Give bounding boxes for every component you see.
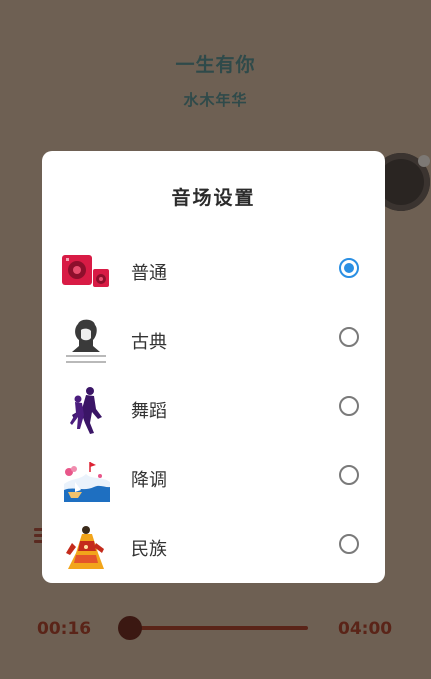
dancers-icon xyxy=(60,385,112,437)
paper-boat-icon xyxy=(60,454,112,506)
radio-unselected[interactable] xyxy=(339,465,359,485)
seek-thumb[interactable] xyxy=(118,616,142,640)
option-label: 普通 xyxy=(131,263,167,284)
radio-selected[interactable] xyxy=(339,258,359,278)
speaker-icon xyxy=(60,247,112,299)
beethoven-icon xyxy=(60,316,112,368)
option-label: 舞蹈 xyxy=(131,401,167,422)
option-label: 民族 xyxy=(131,539,167,560)
sound-field-dialog: 音场设置 普通 古典 舞蹈 降调 民族 xyxy=(42,151,385,583)
song-title: 一生有你 xyxy=(175,54,256,76)
disc-knob xyxy=(418,155,430,167)
option-folk[interactable]: 民族 xyxy=(42,515,385,581)
option-normal[interactable]: 普通 xyxy=(42,239,385,305)
option-lower-key[interactable]: 降调 xyxy=(42,446,385,512)
radio-unselected[interactable] xyxy=(339,534,359,554)
song-artist: 水木年华 xyxy=(183,91,248,109)
current-time: 00:16 xyxy=(37,619,92,639)
option-classical[interactable]: 古典 xyxy=(42,308,385,374)
seek-track[interactable] xyxy=(130,626,308,630)
total-time: 04:00 xyxy=(338,619,393,639)
radio-unselected[interactable] xyxy=(339,327,359,347)
option-label: 降调 xyxy=(131,470,167,491)
radio-unselected[interactable] xyxy=(339,396,359,416)
option-label: 古典 xyxy=(131,332,167,353)
option-dance[interactable]: 舞蹈 xyxy=(42,377,385,443)
dialog-title: 音场设置 xyxy=(171,187,256,209)
folk-dancer-icon xyxy=(60,523,112,575)
